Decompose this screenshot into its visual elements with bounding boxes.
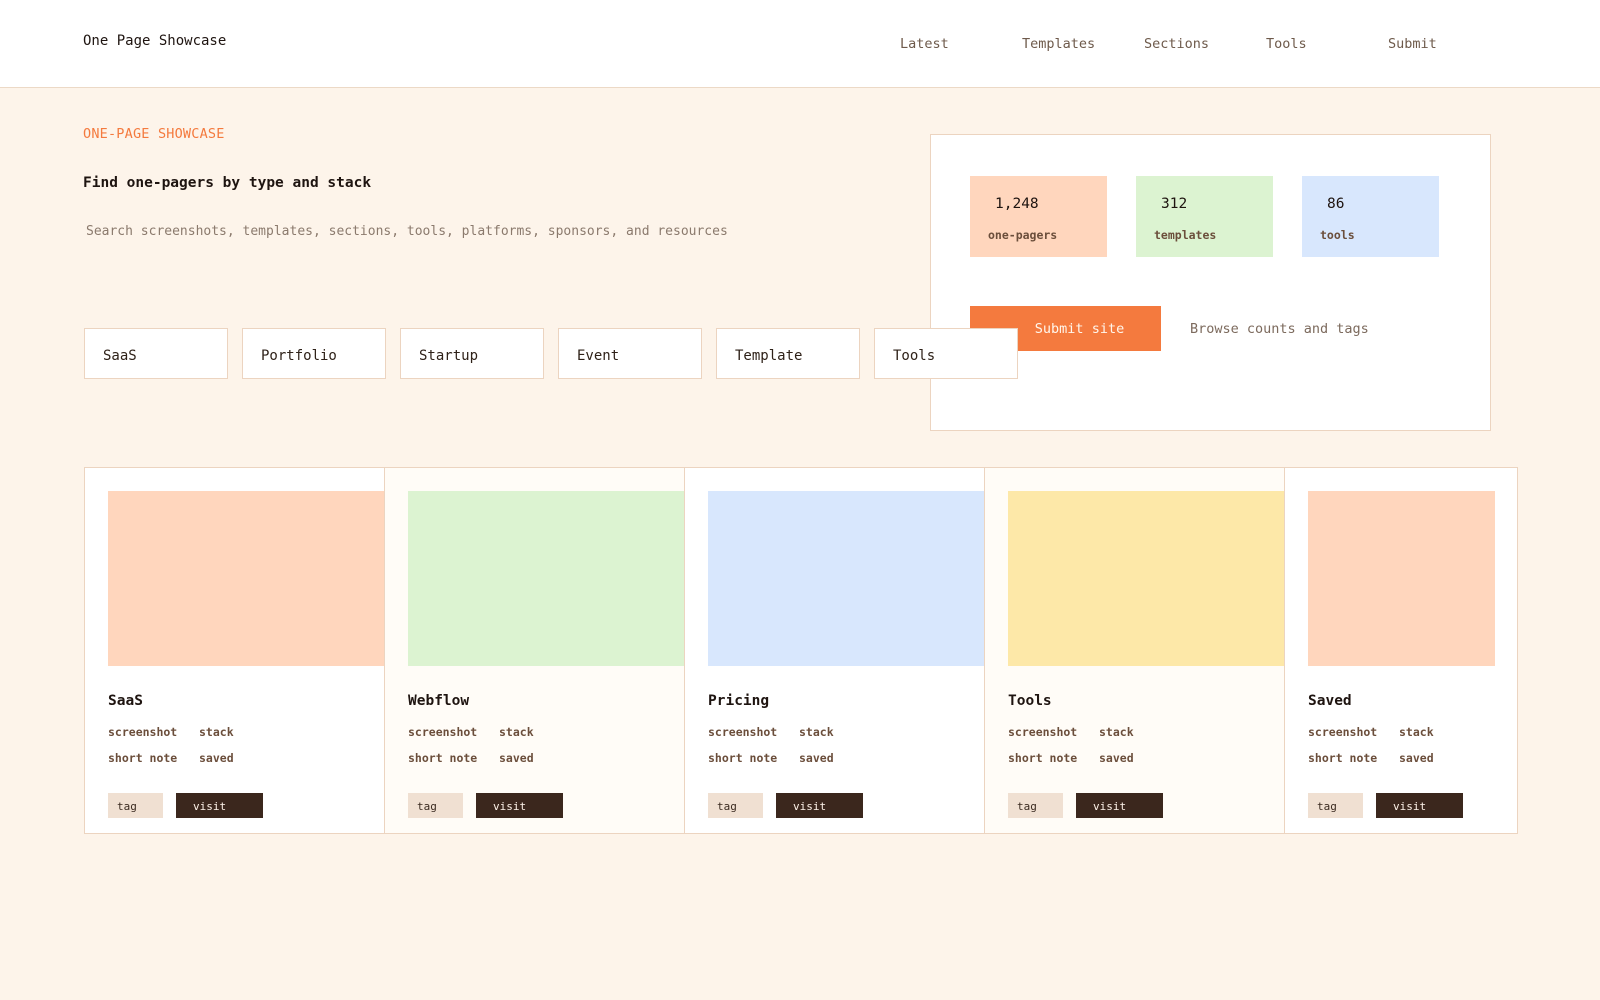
nav-sections[interactable]: Sections xyxy=(1144,36,1209,52)
browse-counts-link[interactable]: Browse counts and tags xyxy=(1190,321,1369,337)
stat-card-one-pagers: 1,248 one-pagers xyxy=(970,176,1107,257)
stat-label: tools xyxy=(1320,228,1355,242)
showcase-card-saas[interactable]: SaaS screenshot stack short note saved t… xyxy=(85,468,385,833)
card-visit-button[interactable]: visit xyxy=(1076,793,1163,818)
card-visit-button[interactable]: visit xyxy=(176,793,263,818)
showcase-card-webflow[interactable]: Webflow screenshot stack short note save… xyxy=(385,468,685,833)
card-meta-note: short note xyxy=(408,751,478,765)
chip-startup[interactable]: Startup xyxy=(400,328,544,379)
card-meta-note: short note xyxy=(1008,751,1078,765)
showcase-card-saved[interactable]: Saved screenshot stack short note saved … xyxy=(1285,468,1517,833)
card-meta-stack: stack xyxy=(1399,725,1434,739)
card-title: Pricing xyxy=(708,693,770,709)
nav-submit[interactable]: Submit xyxy=(1388,36,1437,52)
card-title: SaaS xyxy=(108,693,143,709)
card-visit-button[interactable]: visit xyxy=(1376,793,1463,818)
card-meta-saved: saved xyxy=(499,751,534,765)
chip-tools[interactable]: Tools xyxy=(874,328,1018,379)
card-title: Tools xyxy=(1008,693,1052,709)
card-tag[interactable]: tag xyxy=(1008,793,1063,818)
stat-value: 86 xyxy=(1327,196,1345,212)
card-visit-button[interactable]: visit xyxy=(476,793,563,818)
nav-templates[interactable]: Templates xyxy=(1022,36,1095,52)
card-meta-screenshot: screenshot xyxy=(408,725,478,739)
card-meta-screenshot: screenshot xyxy=(108,725,178,739)
card-meta-saved: saved xyxy=(799,751,834,765)
card-meta-saved: saved xyxy=(1399,751,1434,765)
card-meta-stack: stack xyxy=(499,725,534,739)
card-meta-note: short note xyxy=(108,751,178,765)
card-thumbnail[interactable] xyxy=(708,491,984,666)
nav-tools[interactable]: Tools xyxy=(1266,36,1307,52)
stat-value: 1,248 xyxy=(995,196,1039,212)
chip-event[interactable]: Event xyxy=(558,328,702,379)
chip-portfolio[interactable]: Portfolio xyxy=(242,328,386,379)
card-tag[interactable]: tag xyxy=(408,793,463,818)
card-meta-saved: saved xyxy=(199,751,234,765)
card-meta-stack: stack xyxy=(1099,725,1134,739)
card-meta-note: short note xyxy=(1308,751,1378,765)
card-thumbnail[interactable] xyxy=(408,491,684,666)
stat-card-tools: 86 tools xyxy=(1302,176,1439,257)
stat-label: one-pagers xyxy=(988,228,1058,242)
card-thumbnail[interactable] xyxy=(1308,491,1495,666)
card-meta-screenshot: screenshot xyxy=(1008,725,1078,739)
card-tag[interactable]: tag xyxy=(708,793,763,818)
stat-label: templates xyxy=(1154,228,1217,242)
card-meta-screenshot: screenshot xyxy=(1308,725,1378,739)
chip-saas[interactable]: SaaS xyxy=(84,328,228,379)
search-input[interactable] xyxy=(83,218,783,244)
card-thumbnail[interactable] xyxy=(108,491,384,666)
stat-card-templates: 312 templates xyxy=(1136,176,1273,257)
hero-eyebrow: ONE-PAGE SHOWCASE xyxy=(83,126,225,142)
card-title: Saved xyxy=(1308,693,1352,709)
card-visit-button[interactable]: visit xyxy=(776,793,863,818)
card-thumbnail[interactable] xyxy=(1008,491,1284,666)
card-title: Webflow xyxy=(408,693,470,709)
stat-value: 312 xyxy=(1161,196,1188,212)
card-meta-stack: stack xyxy=(799,725,834,739)
hero-headline: Find one-pagers by type and stack xyxy=(83,175,372,191)
brand-logo[interactable]: One Page Showcase xyxy=(83,33,226,49)
showcase-cards: SaaS screenshot stack short note saved t… xyxy=(84,467,1518,834)
card-meta-stack: stack xyxy=(199,725,234,739)
showcase-card-tools[interactable]: Tools screenshot stack short note saved … xyxy=(985,468,1285,833)
site-header: One Page Showcase Latest Templates Secti… xyxy=(0,0,1600,88)
nav-latest[interactable]: Latest xyxy=(900,36,949,52)
card-meta-screenshot: screenshot xyxy=(708,725,778,739)
card-meta-note: short note xyxy=(708,751,778,765)
card-meta-saved: saved xyxy=(1099,751,1134,765)
chip-template[interactable]: Template xyxy=(716,328,860,379)
card-tag[interactable]: tag xyxy=(108,793,163,818)
stats-panel: 1,248 one-pagers 312 templates 86 tools xyxy=(930,134,1491,431)
card-tag[interactable]: tag xyxy=(1308,793,1363,818)
showcase-card-pricing[interactable]: Pricing screenshot stack short note save… xyxy=(685,468,985,833)
